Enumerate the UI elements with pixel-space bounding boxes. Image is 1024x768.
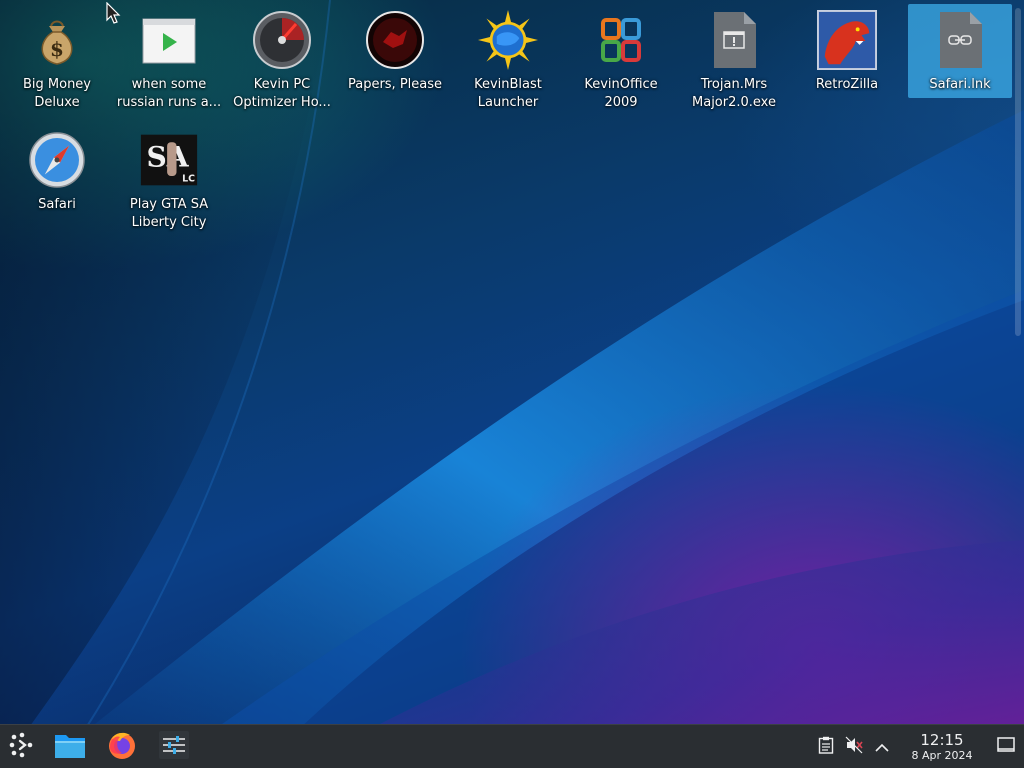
taskbar-file-manager[interactable]	[48, 725, 92, 768]
icon-label: Safari	[38, 197, 76, 212]
papers-please-icon	[365, 10, 425, 70]
folder-icon	[54, 731, 86, 763]
link-file-icon	[930, 10, 990, 70]
icon-label: Play GTA SA Liberty City	[129, 197, 209, 230]
gta-logo-icon: SA LC	[139, 130, 199, 190]
desktop-icon-papers-please[interactable]: Papers, Please	[339, 4, 451, 116]
desktop-icon-kevinoffice-2009[interactable]: KevinOffice 2009	[565, 4, 677, 116]
taskbar: 12:15 8 Apr 2024	[0, 724, 1024, 768]
application-launcher-icon	[9, 732, 35, 762]
globe-sun-icon	[478, 10, 538, 70]
desktop-icon-kevinblast-launcher[interactable]: KevinBlast Launcher	[452, 4, 564, 116]
icon-label: Safari.lnk	[929, 77, 991, 92]
mouse-pointer-icon	[106, 1, 122, 30]
tray-clipboard[interactable]	[812, 725, 840, 768]
speedometer-icon	[252, 10, 312, 70]
desktop-icon-safari[interactable]: Safari	[1, 124, 113, 236]
icon-label: KevinOffice 2009	[584, 77, 658, 110]
dinosaur-icon	[817, 10, 877, 70]
chevron-up-icon	[875, 738, 889, 757]
tray-expand-button[interactable]	[868, 725, 896, 768]
digital-clock[interactable]: 12:15 8 Apr 2024	[902, 731, 982, 762]
desktop-icon-russian-video[interactable]: when some russian runs a...	[113, 4, 225, 116]
icon-label: KevinBlast Launcher	[474, 77, 542, 110]
clipboard-icon	[818, 736, 834, 758]
show-desktop-button[interactable]	[988, 725, 1024, 768]
desktop-icon-safari-lnk[interactable]: Safari.lnk	[908, 4, 1012, 98]
icon-label: Big Money Deluxe	[22, 77, 91, 110]
icon-label: Kevin PC Optimizer Ho...	[233, 77, 331, 110]
video-player-icon	[139, 10, 199, 70]
executable-file-icon	[704, 10, 764, 70]
show-desktop-icon	[997, 737, 1015, 757]
system-tray: 12:15 8 Apr 2024	[812, 725, 1024, 768]
svg-text:$: $	[50, 37, 64, 61]
icon-label: RetroZilla	[815, 77, 879, 92]
desktop-icon-trojan-mrs-major[interactable]: Trojan.Mrs Major2.0.exe	[678, 4, 790, 116]
firefox-icon	[106, 729, 138, 765]
desktop-icon-retrozilla[interactable]: RetroZilla	[791, 4, 903, 116]
office-logo-icon	[591, 10, 651, 70]
desktop-icon-big-money-deluxe[interactable]: $ Big Money Deluxe	[1, 4, 113, 116]
icon-label: Papers, Please	[347, 77, 443, 92]
icon-label: Trojan.Mrs Major2.0.exe	[692, 77, 776, 110]
svg-text:LC: LC	[182, 174, 195, 185]
desktop-icon-kevin-pc-optimizer[interactable]: Kevin PC Optimizer Ho...	[226, 4, 338, 116]
application-launcher-button[interactable]	[0, 725, 44, 768]
compass-icon	[27, 130, 87, 190]
money-bag-icon: $	[27, 10, 87, 70]
taskbar-firefox[interactable]	[100, 725, 144, 768]
tray-volume[interactable]	[840, 725, 868, 768]
desktop-icon-play-gta-sa[interactable]: SA LC Play GTA SA Liberty City	[113, 124, 225, 236]
desktop-scrollbar[interactable]	[1015, 8, 1021, 336]
clock-date: 8 Apr 2024	[911, 749, 973, 762]
taskbar-system-settings[interactable]	[152, 725, 196, 768]
icon-label: when some russian runs a...	[116, 77, 222, 110]
volume-muted-icon	[845, 736, 863, 758]
clock-time: 12:15	[920, 731, 964, 749]
settings-sliders-icon	[159, 730, 189, 763]
